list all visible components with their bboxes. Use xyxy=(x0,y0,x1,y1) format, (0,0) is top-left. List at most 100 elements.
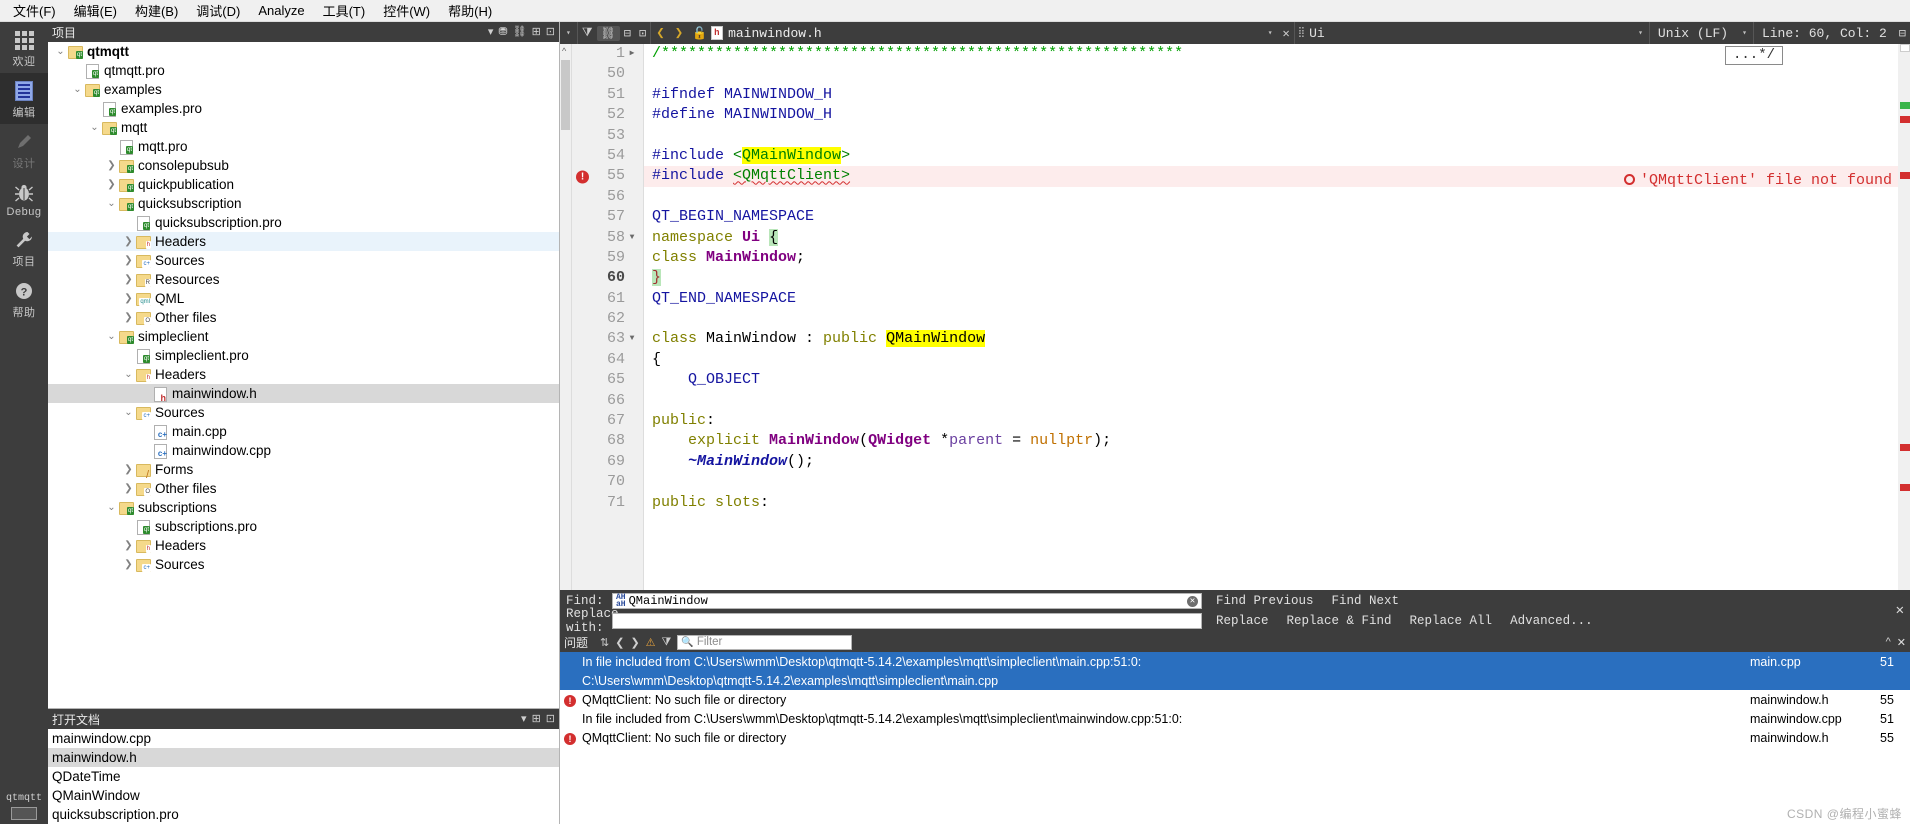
mode-welcome[interactable]: 欢迎 xyxy=(0,22,48,73)
code-editor[interactable]: 1 ▶ 50 51 52 53 54! 55 56 57 58 ▼ 59 60 61 62 63 ▼ 64 65 66 6… xyxy=(572,44,1898,590)
menu-item-1[interactable]: 编辑(E) xyxy=(65,0,126,22)
tree-row[interactable]: · examples.pro xyxy=(48,99,559,118)
code-line[interactable]: explicit MainWindow(QWidget *parent = nu… xyxy=(644,431,1898,451)
menu-item-5[interactable]: 工具(T) xyxy=(314,0,375,22)
mode-help[interactable]: ? 帮助 xyxy=(0,273,48,324)
mode-edit[interactable]: 编辑 xyxy=(0,73,48,124)
issue-row[interactable]: In file included from C:\Users\wmm\Deskt… xyxy=(560,652,1910,671)
tree-row[interactable]: · mainwindow.cpp xyxy=(48,441,559,460)
code-line[interactable] xyxy=(644,472,1898,492)
close-icon[interactable]: ⊡ xyxy=(546,713,555,725)
tree-row[interactable]: ❯ Other files xyxy=(48,308,559,327)
advanced-button[interactable]: Advanced... xyxy=(1510,614,1593,628)
editor-filename[interactable]: mainwindow.h xyxy=(728,26,822,41)
gutter-line[interactable]: 69 xyxy=(572,452,643,472)
chevron-right-icon[interactable]: ❯ xyxy=(122,293,135,304)
chevron-right-icon[interactable]: ❯ xyxy=(122,464,135,475)
code-line[interactable] xyxy=(644,309,1898,329)
issues-list[interactable]: In file included from C:\Users\wmm\Deskt… xyxy=(560,652,1910,824)
chevron-down-icon[interactable]: ⌄ xyxy=(122,369,135,380)
tree-row[interactable]: · mainwindow.h xyxy=(48,384,559,403)
gutter-line[interactable]: 53 xyxy=(572,126,643,146)
chevron-down-icon[interactable]: ⌄ xyxy=(105,198,118,209)
chevron-down-icon[interactable]: ▾ xyxy=(560,28,577,38)
chevron-down-icon[interactable]: ⌄ xyxy=(88,122,101,133)
tree-row[interactable]: ⌄ qtmqtt xyxy=(48,42,559,61)
tree-row[interactable]: ⌄ Sources xyxy=(48,403,559,422)
code-line[interactable]: QT_BEGIN_NAMESPACE xyxy=(644,207,1898,227)
gutter-line[interactable]: 64 xyxy=(572,350,643,370)
open-document-item[interactable]: mainwindow.cpp xyxy=(48,729,559,748)
code-line[interactable]: /***************************************… xyxy=(644,44,1898,64)
editor-left-scrollbar[interactable]: ^ xyxy=(560,44,572,590)
chevron-right-icon[interactable]: ❯ xyxy=(122,255,135,266)
tree-row[interactable]: · qtmqtt.pro xyxy=(48,61,559,80)
sort-icon[interactable]: ⇅ xyxy=(600,636,609,649)
gutter-line[interactable]: 59 xyxy=(572,248,643,268)
tree-row[interactable]: ⌄ Headers xyxy=(48,365,559,384)
chevron-down-icon[interactable]: ▾ xyxy=(1262,28,1279,38)
tree-row[interactable]: · simpleclient.pro xyxy=(48,346,559,365)
code-line[interactable] xyxy=(644,391,1898,411)
close-split-icon[interactable]: ⊡ xyxy=(635,26,650,41)
replace-input[interactable] xyxy=(612,613,1202,629)
menu-item-6[interactable]: 控件(W) xyxy=(374,0,439,22)
gutter-line[interactable]: 62 xyxy=(572,309,643,329)
chevron-right-icon[interactable]: ❯ xyxy=(122,559,135,570)
gutter-line[interactable]: 67 xyxy=(572,411,643,431)
previous-issue-icon[interactable]: ❮ xyxy=(615,636,624,649)
tree-row[interactable]: · mqtt.pro xyxy=(48,137,559,156)
link-icon[interactable]: ⛓ xyxy=(513,26,527,38)
code-content[interactable]: /***************************************… xyxy=(644,44,1898,590)
issue-row[interactable]: C:\Users\wmm\Desktop\qtmqtt-5.14.2\examp… xyxy=(560,671,1910,690)
gutter-line[interactable]: 65 xyxy=(572,370,643,390)
tree-row[interactable]: ❯ consolepubsub xyxy=(48,156,559,175)
tree-row[interactable]: ❯ quickpublication xyxy=(48,175,559,194)
replace-and-find-button[interactable]: Replace & Find xyxy=(1287,614,1392,628)
chevron-down-icon[interactable]: ⌄ xyxy=(122,407,135,418)
link-icon[interactable]: ⛓ xyxy=(596,25,620,41)
filter-icon[interactable]: ⧩ xyxy=(578,26,597,40)
chevron-right-icon[interactable]: ❯ xyxy=(122,540,135,551)
tree-row[interactable]: ⌄ subscriptions xyxy=(48,498,559,517)
tree-row[interactable]: ❯ Forms xyxy=(48,460,559,479)
mode-projects[interactable]: 项目 xyxy=(0,222,48,273)
tree-row[interactable]: ⌄ mqtt xyxy=(48,118,559,137)
gutter-line[interactable]: 63 ▼ xyxy=(572,329,643,349)
split-icon[interactable]: ⊟ xyxy=(620,26,635,41)
code-line[interactable]: #include <QMainWindow> xyxy=(644,146,1898,166)
project-tree[interactable]: ⌄qtmqtt·qtmqtt.pro⌄examples·examples.pro… xyxy=(48,42,559,708)
chevron-right-icon[interactable]: ❯ xyxy=(105,179,118,190)
tree-row[interactable]: ⌄ quicksubscription xyxy=(48,194,559,213)
filter-icon[interactable]: ⧩ xyxy=(662,636,672,649)
issue-row[interactable]: ! QMqttClient: No such file or directory m… xyxy=(560,728,1910,747)
gutter-line[interactable]: 54 xyxy=(572,146,643,166)
tree-row[interactable]: ❯ Sources xyxy=(48,251,559,270)
chevron-right-icon[interactable]: ❯ xyxy=(122,236,135,247)
chevron-down-icon[interactable]: ▾ xyxy=(1736,28,1753,38)
chevron-down-icon[interactable]: ⌄ xyxy=(54,46,67,57)
tree-row[interactable]: ❯ Sources xyxy=(48,555,559,574)
chevron-right-icon[interactable]: ❯ xyxy=(122,274,135,285)
tree-row[interactable]: ⌄ simpleclient xyxy=(48,327,559,346)
code-line[interactable]: #ifndef MAINWINDOW_H xyxy=(644,85,1898,105)
open-document-item[interactable]: mainwindow.h xyxy=(48,748,559,767)
code-line[interactable]: class MainWindow; xyxy=(644,248,1898,268)
chevron-right-icon[interactable]: ❯ xyxy=(105,160,118,171)
gutter-line[interactable]: 1 ▶ xyxy=(572,44,643,64)
tree-row[interactable]: ❯ QML xyxy=(48,289,559,308)
code-line[interactable]: namespace Ui { xyxy=(644,228,1898,248)
gutter-line[interactable]: 70 xyxy=(572,472,643,492)
kit-selector-box[interactable] xyxy=(11,807,37,820)
editor-symbol-combo[interactable]: Ui xyxy=(1309,26,1325,41)
code-line[interactable]: class MainWindow : public QMainWindow xyxy=(644,329,1898,349)
scroll-up-icon[interactable]: ^ xyxy=(562,46,566,56)
gutter-line[interactable]: 71 xyxy=(572,493,643,513)
gutter-line[interactable]: 52 xyxy=(572,105,643,125)
chevron-down-icon[interactable]: ▾ xyxy=(1632,28,1649,38)
code-line[interactable]: Q_OBJECT xyxy=(644,370,1898,390)
line-ending-combo[interactable]: Unix (LF) xyxy=(1650,26,1736,41)
code-line[interactable]: } xyxy=(644,268,1898,288)
tree-row[interactable]: · main.cpp xyxy=(48,422,559,441)
chevron-right-icon[interactable]: ❯ xyxy=(122,483,135,494)
